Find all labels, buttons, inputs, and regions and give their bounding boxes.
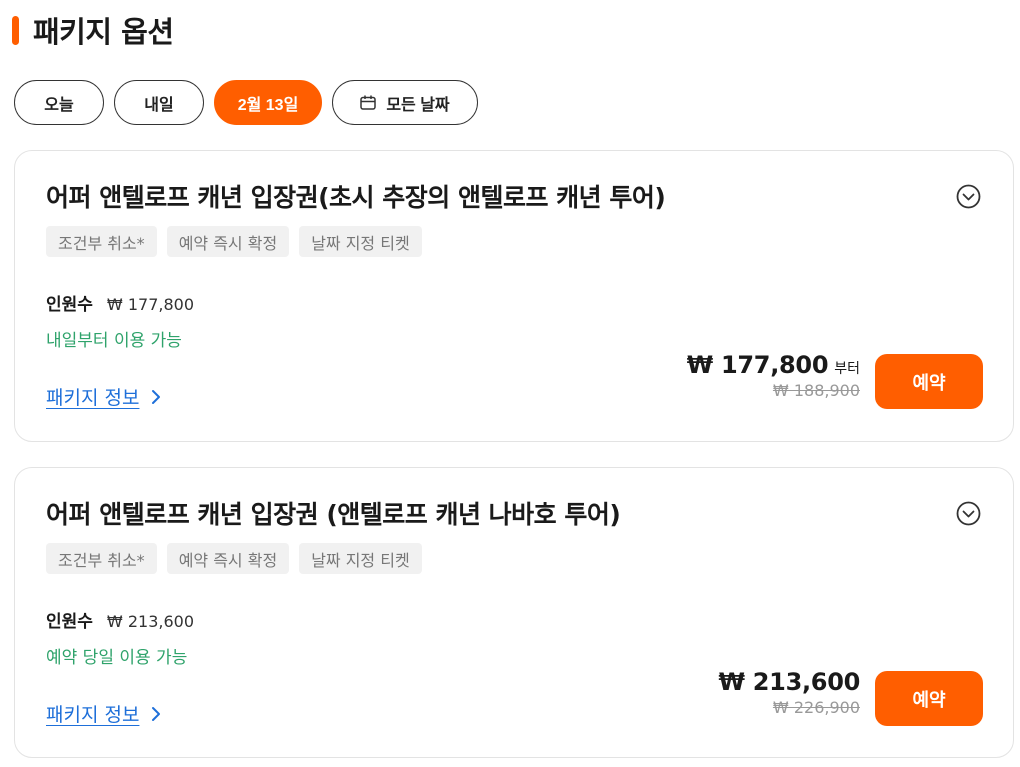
price-suffix: 부터 xyxy=(834,361,860,377)
tag-instant-confirm: 예약 즉시 확정 xyxy=(166,226,290,257)
package-card: 어퍼 앤텔로프 캐년 입장권(초시 추장의 앤텔로프 캐년 투어) 조건부 취소… xyxy=(14,150,1014,442)
price-block: ₩ 213,600 ₩ 226,900 xyxy=(718,668,861,717)
package-card: 어퍼 앤텔로프 캐년 입장권 (앤텔로프 캐년 나바호 투어) 조건부 취소* … xyxy=(14,467,1014,758)
pax-price: ₩ 177,800 xyxy=(106,295,194,314)
book-button[interactable]: 예약 xyxy=(875,671,983,726)
package-info-link[interactable]: 패키지 정보 xyxy=(46,383,161,410)
pax-label: 인원수 xyxy=(46,612,93,632)
accent-bar xyxy=(12,15,19,45)
original-price: ₩ 226,900 xyxy=(772,698,860,717)
page-title: 패키지 옵션 xyxy=(33,15,174,49)
chevron-right-icon xyxy=(152,706,161,721)
availability-text: 예약 당일 이용 가능 xyxy=(46,648,188,668)
expand-chevron-icon[interactable] xyxy=(956,184,981,209)
tag-cancellation: 조건부 취소* xyxy=(46,543,157,574)
price-value: ₩ 177,800 xyxy=(686,351,829,379)
date-chip-tomorrow[interactable]: 내일 xyxy=(114,80,204,125)
chevron-right-icon xyxy=(152,389,161,404)
date-chip-all-dates[interactable]: 모든 날짜 xyxy=(332,80,478,125)
tag-cancellation: 조건부 취소* xyxy=(46,226,157,257)
package-info-link[interactable]: 패키지 정보 xyxy=(46,700,161,727)
tag-dated-ticket: 날짜 지정 티켓 xyxy=(299,543,422,574)
original-price: ₩ 188,900 xyxy=(772,381,860,400)
pax-row: 인원수 ₩ 213,600 xyxy=(46,607,194,632)
pax-price: ₩ 213,600 xyxy=(106,612,194,631)
expand-chevron-icon[interactable] xyxy=(956,501,981,526)
date-chip-all-label: 모든 날짜 xyxy=(386,96,450,114)
price-value: ₩ 213,600 xyxy=(718,668,861,696)
tag-dated-ticket: 날짜 지정 티켓 xyxy=(299,226,422,257)
book-button[interactable]: 예약 xyxy=(875,354,983,409)
package-title: 어퍼 앤텔로프 캐년 입장권(초시 추장의 앤텔로프 캐년 투어) xyxy=(46,183,666,212)
tag-list: 조건부 취소* 예약 즉시 확정 날짜 지정 티켓 xyxy=(46,226,422,257)
package-info-label: 패키지 정보 xyxy=(46,387,140,409)
pax-row: 인원수 ₩ 177,800 xyxy=(46,290,194,315)
tag-instant-confirm: 예약 즉시 확정 xyxy=(166,543,290,574)
date-filter: 오늘 내일 2월 13일 모든 날짜 xyxy=(14,80,478,125)
package-title: 어퍼 앤텔로프 캐년 입장권 (앤텔로프 캐년 나바호 투어) xyxy=(46,500,621,529)
availability-text: 내일부터 이용 가능 xyxy=(46,331,182,351)
tag-list: 조건부 취소* 예약 즉시 확정 날짜 지정 티켓 xyxy=(46,543,422,574)
pax-label: 인원수 xyxy=(46,295,93,315)
calendar-icon xyxy=(360,95,377,110)
date-chip-today[interactable]: 오늘 xyxy=(14,80,104,125)
price-block: ₩ 177,800 부터 ₩ 188,900 xyxy=(687,351,860,400)
section-header: 패키지 옵션 xyxy=(12,12,174,49)
package-info-label: 패키지 정보 xyxy=(46,704,140,726)
date-chip-selected[interactable]: 2월 13일 xyxy=(214,80,322,125)
